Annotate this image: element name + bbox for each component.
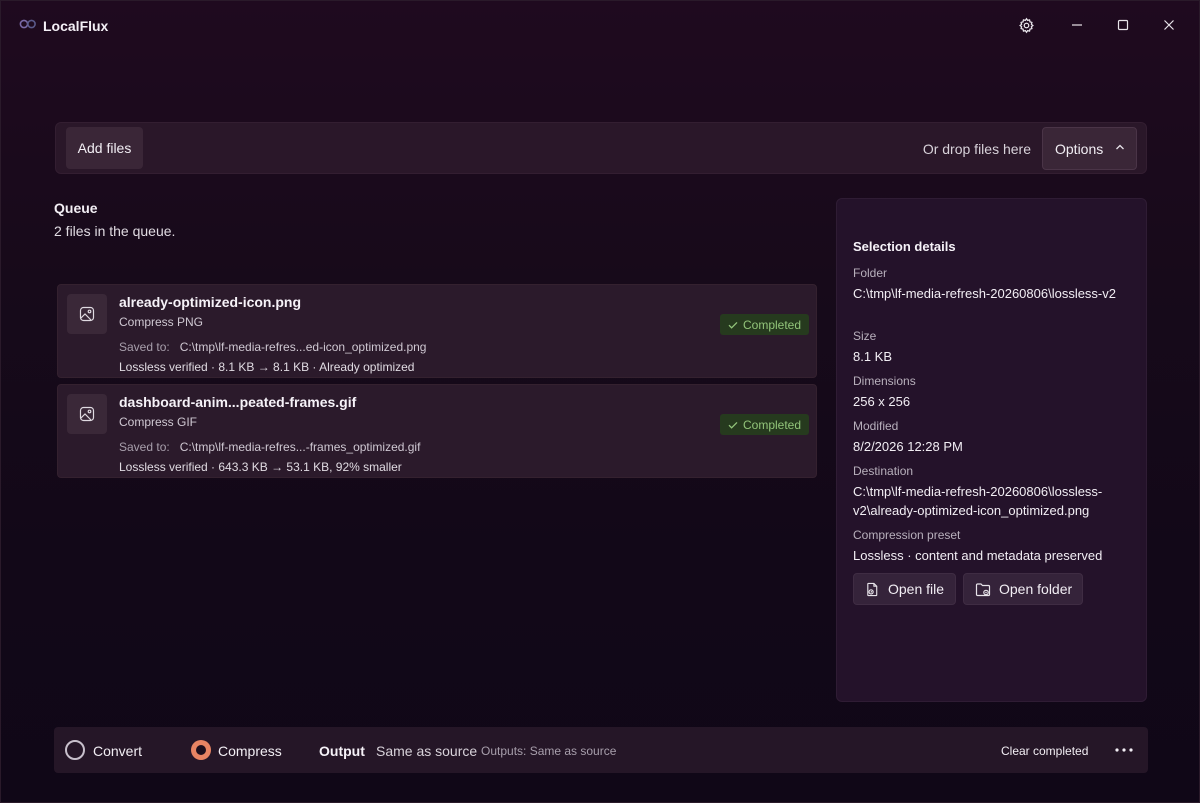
modified-value: 8/2/2026 12:28 PM [853, 439, 963, 454]
app-logo-icon [19, 19, 36, 29]
saved-path: C:\tmp\lf-media-refres...ed-icon_optimiz… [179, 340, 427, 354]
output-selector[interactable]: Same as source [376, 743, 477, 759]
status-badge: Completed [720, 414, 810, 435]
compress-radio[interactable] [191, 740, 211, 760]
image-icon [79, 406, 95, 422]
size-value: 8.1 KB [853, 349, 893, 364]
queue-count: 2 files in the queue. [54, 223, 176, 239]
mode-bar: Convert Compress Output Same as source O… [54, 727, 1148, 773]
preset-value: Lossless · content and metadata preserve… [853, 548, 1103, 563]
folder-label: Folder [853, 266, 888, 280]
open-folder-icon [975, 582, 991, 596]
destination-label: Destination [853, 464, 914, 478]
saved-path: C:\tmp\lf-media-refres...-frames_optimiz… [179, 440, 421, 454]
file-operation: Compress PNG [119, 315, 204, 329]
drop-zone-hint[interactable]: Or drop files here [923, 141, 1031, 157]
preset-label: Compression preset [853, 528, 961, 542]
queue-item[interactable]: already-optimized-icon.png Compress PNG … [57, 284, 817, 378]
close-icon [1164, 20, 1174, 30]
open-folder-button[interactable]: Open folder [963, 573, 1083, 605]
verification-text: Lossless verified · 643.3 KB → 53.1 KB, … [119, 460, 402, 474]
minimize-button[interactable] [1064, 13, 1090, 37]
chevron-up-icon [1116, 144, 1124, 150]
destination-value: C:\tmp\lf-media-refresh-20260806\lossles… [853, 484, 1103, 518]
queue-title: Queue [54, 200, 98, 216]
more-options-button[interactable] [1112, 739, 1136, 761]
file-name: dashboard-anim...peated-frames.gif [119, 394, 357, 410]
settings-button[interactable] [1013, 13, 1039, 37]
saved-to: Saved to: C:\tmp\lf-media-refres...ed-ico… [119, 340, 426, 354]
convert-radio[interactable] [65, 740, 85, 760]
outputs-hint: Outputs: Same as source [481, 744, 617, 758]
title-bar: LocalFlux [1, 1, 1199, 49]
maximize-button[interactable] [1110, 13, 1136, 37]
dimensions-label: Dimensions [853, 374, 916, 388]
close-button[interactable] [1156, 13, 1182, 37]
status-text: Completed [743, 317, 802, 332]
saved-to: Saved to: C:\tmp\lf-media-refres...-frame… [119, 440, 420, 454]
open-folder-label: Open folder [999, 581, 1073, 597]
file-thumbnail [67, 394, 107, 434]
status-text: Completed [743, 417, 802, 432]
checkmark-icon [728, 321, 738, 329]
compress-label[interactable]: Compress [218, 743, 282, 759]
details-title: Selection details [853, 239, 956, 254]
modified-label: Modified [853, 419, 899, 433]
more-horizontal-icon [1115, 748, 1133, 752]
checkmark-icon [728, 421, 738, 429]
saved-to-label: Saved to: [119, 340, 170, 354]
gear-icon [1018, 17, 1034, 33]
selection-details-panel: Selection details Folder C:\tmp\lf-media… [836, 198, 1147, 702]
image-icon [79, 306, 95, 322]
convert-label[interactable]: Convert [93, 743, 142, 759]
add-files-button[interactable]: Add files [66, 127, 143, 169]
maximize-icon [1117, 19, 1129, 31]
app-title: LocalFlux [43, 18, 109, 34]
file-operation: Compress GIF [119, 415, 198, 429]
dimensions-value: 256 x 256 [853, 394, 911, 409]
options-label: Options [1055, 140, 1104, 157]
options-button[interactable]: Options [1042, 127, 1137, 170]
open-file-icon [867, 582, 878, 596]
clear-completed-button[interactable]: Clear completed [1001, 744, 1088, 758]
open-file-button[interactable]: Open file [853, 573, 956, 605]
file-thumbnail [67, 294, 107, 334]
status-badge: Completed [720, 314, 810, 335]
file-toolbar: Add files Or drop files here Options [55, 122, 1147, 174]
app-window: LocalFlux Add files Or drop files here O… [0, 0, 1200, 803]
folder-value: C:\tmp\lf-media-refresh-20260806\lossles… [853, 286, 1116, 301]
minimize-icon [1072, 24, 1082, 26]
open-file-label: Open file [888, 581, 945, 597]
saved-to-label: Saved to: [119, 440, 170, 454]
queue-item[interactable]: dashboard-anim...peated-frames.gif Compr… [57, 384, 817, 478]
output-label: Output [319, 743, 365, 759]
verification-text: Lossless verified · 8.1 KB → 8.1 KB · Al… [119, 360, 415, 374]
file-name: already-optimized-icon.png [119, 294, 302, 310]
size-label: Size [853, 329, 877, 343]
